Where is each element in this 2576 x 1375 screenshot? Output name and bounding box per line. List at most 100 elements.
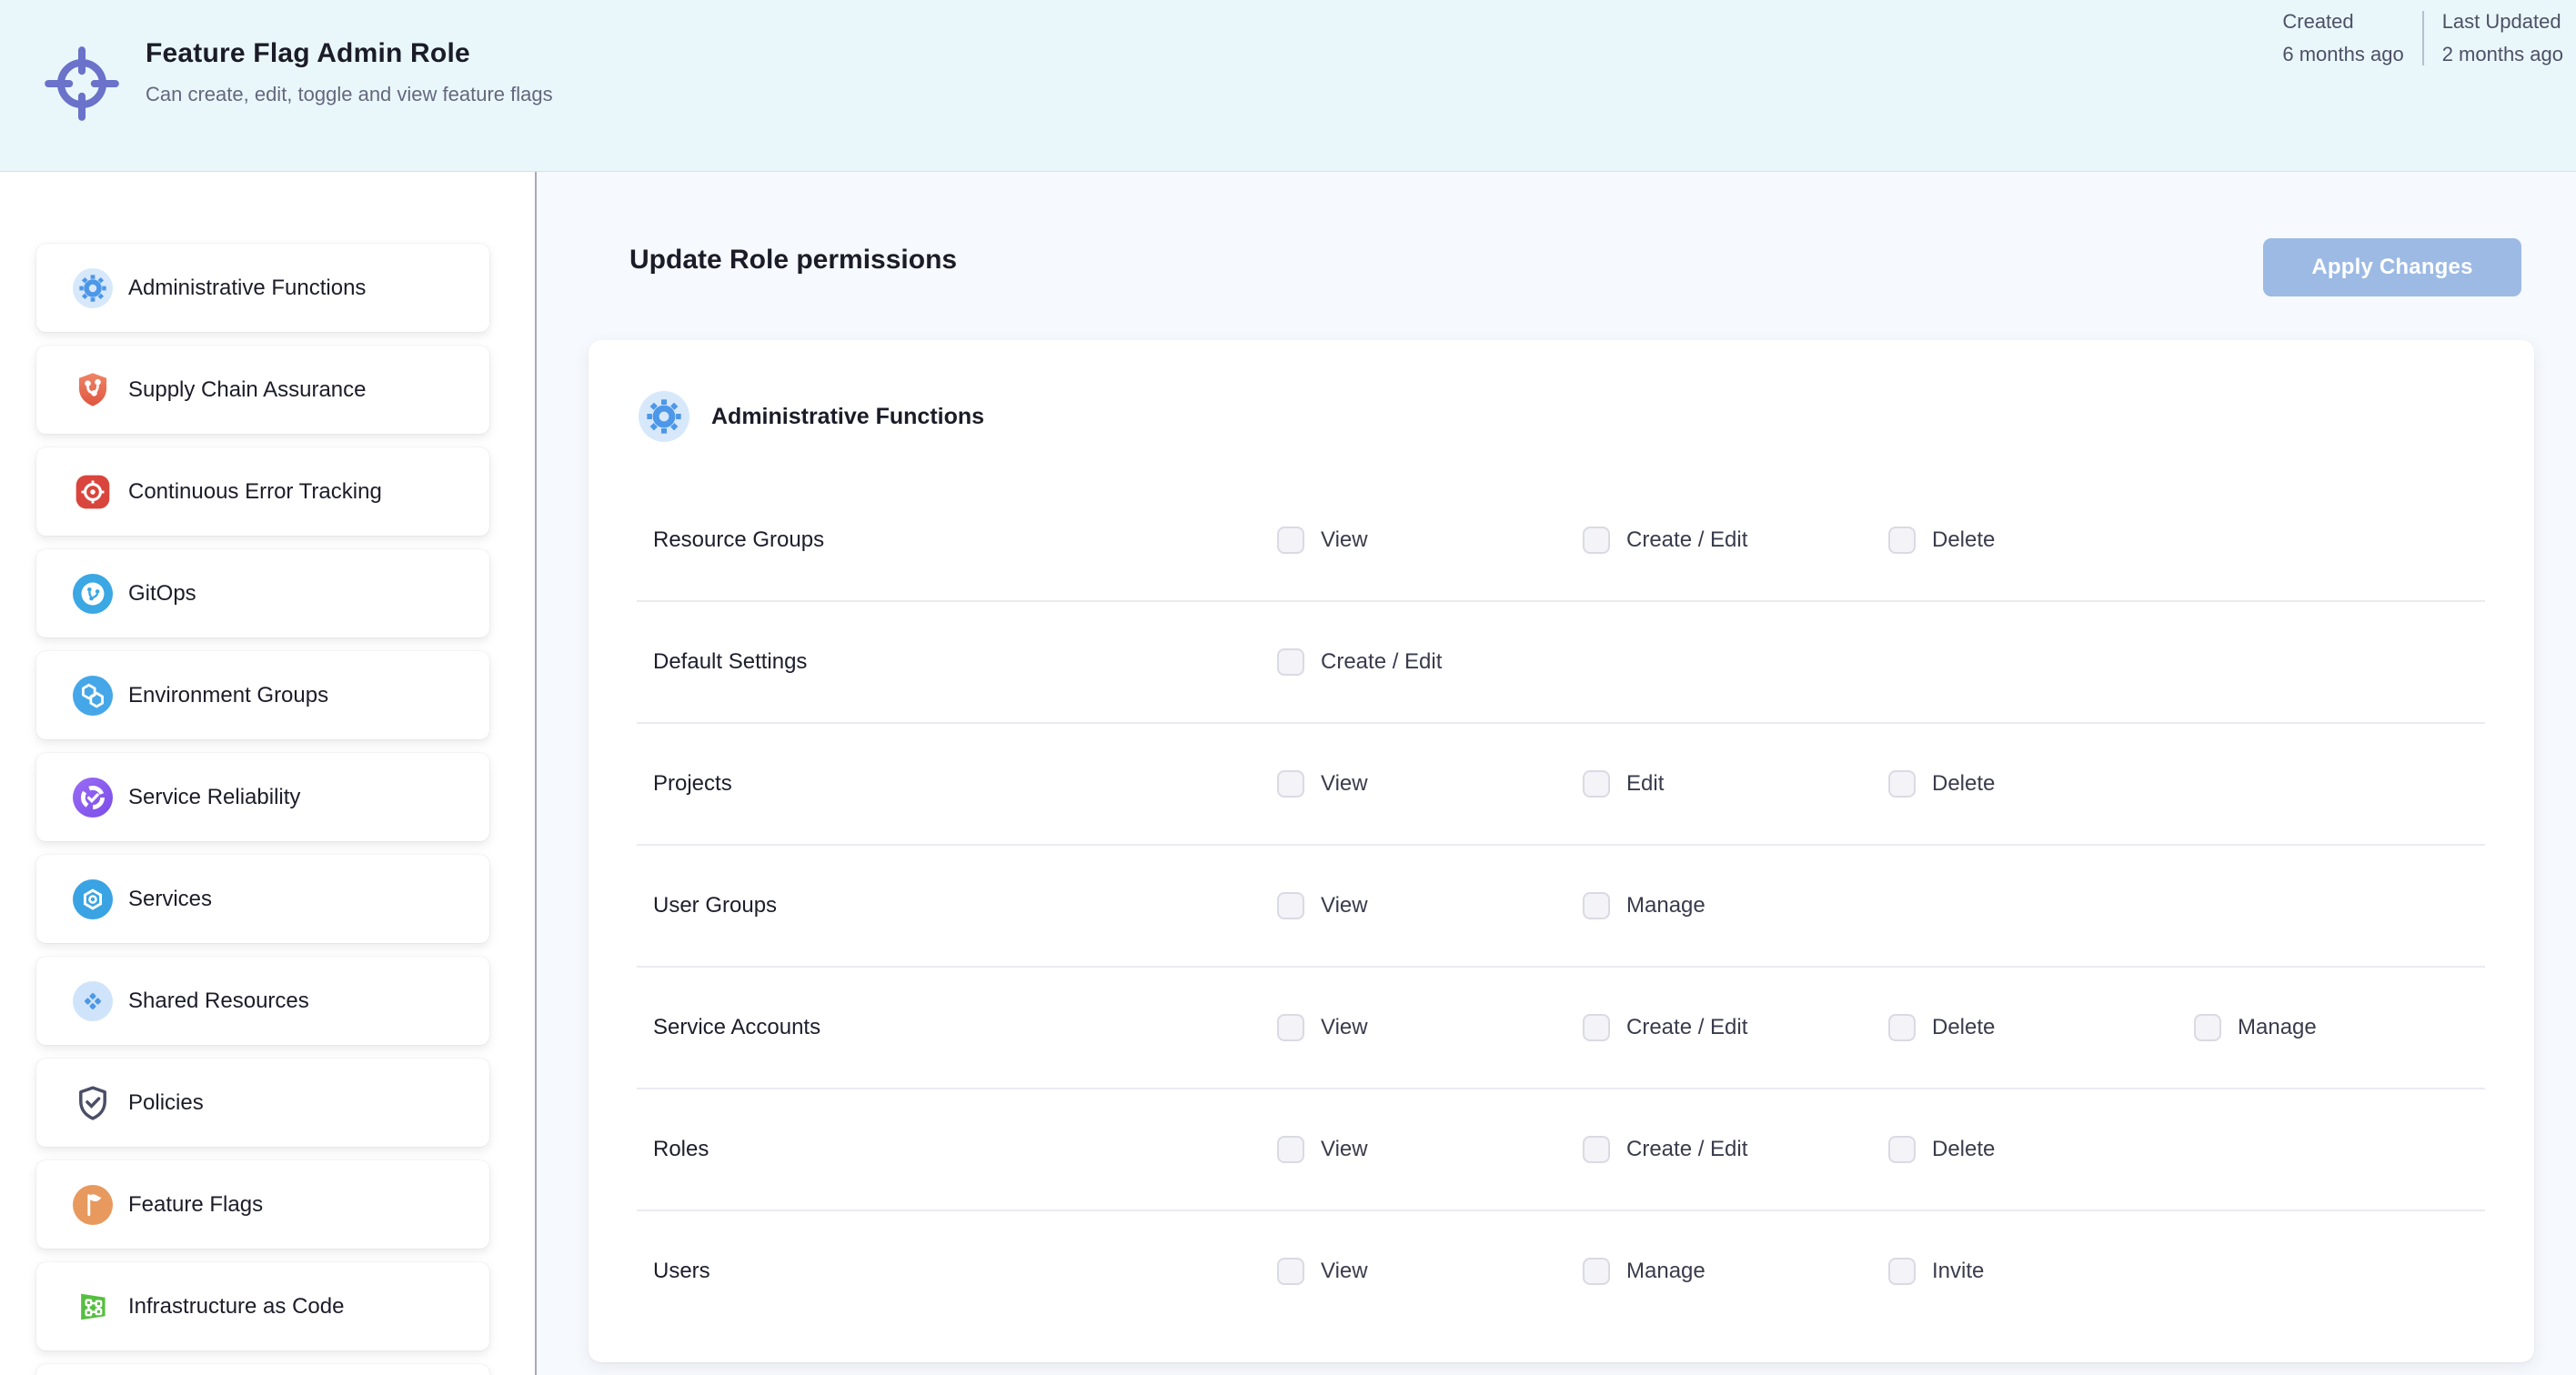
apply-changes-button[interactable]: Apply Changes <box>2263 238 2521 296</box>
sidebar-item-label: Shared Resources <box>128 989 309 1014</box>
sidebar-item-label: Continuous Error Tracking <box>128 479 382 505</box>
sidebar-item-continuous-error-tracking[interactable]: Continuous Error Tracking <box>36 447 489 536</box>
permission-checkbox[interactable] <box>1583 1014 1610 1041</box>
permission-checkbox[interactable] <box>1277 527 1304 554</box>
last-updated-label: Last Updated <box>2442 9 2563 35</box>
role-header: Feature Flag Admin Role Can create, edit… <box>0 0 2576 172</box>
sidebar-item-label: Services <box>128 887 212 912</box>
permission-checkbox[interactable] <box>1888 1014 1916 1041</box>
resource-label: Default Settings <box>653 649 807 675</box>
sidebar-item-policies[interactable]: Policies <box>36 1059 489 1147</box>
permission-label: View <box>1321 771 1368 797</box>
permission-option-delete: Delete <box>1888 1136 2194 1163</box>
sidebar-item-services[interactable]: Services <box>36 855 489 943</box>
permission-checkbox[interactable] <box>1888 770 1916 798</box>
permission-checkbox[interactable] <box>1888 1136 1916 1163</box>
git-branch-icon <box>73 574 113 614</box>
created-value: 6 months ago <box>2282 42 2403 67</box>
permission-option-create-edit: Create / Edit <box>1583 527 1888 554</box>
sidebar-item-label: Environment Groups <box>128 683 328 708</box>
resource-label: Resource Groups <box>653 527 824 553</box>
permission-checkbox[interactable] <box>2194 1014 2221 1041</box>
permission-label: Delete <box>1932 771 1995 797</box>
resource-label: Roles <box>653 1137 709 1162</box>
permission-option-create-edit: Create / Edit <box>1583 1136 1888 1163</box>
resource-label: Service Accounts <box>653 1015 820 1040</box>
permission-checkbox[interactable] <box>1888 1258 1916 1285</box>
module-list: Administrative Functions Supply Chain As… <box>36 244 489 1375</box>
permissions-table: Resource Groups View Create / Edit Delet… <box>637 480 2485 1331</box>
sidebar-item-supply-chain-assurance[interactable]: Supply Chain Assurance <box>36 346 489 434</box>
permission-option-view: View <box>1277 892 1583 919</box>
permission-label: Delete <box>1932 1137 1995 1162</box>
permissions-group-title: Administrative Functions <box>711 404 984 430</box>
sidebar-item-label: Administrative Functions <box>128 276 366 301</box>
permission-checkbox[interactable] <box>1888 527 1916 554</box>
permission-row-default-settings: Default Settings Create / Edit <box>637 602 2485 724</box>
sidebar-item-service-reliability[interactable]: Service Reliability <box>36 753 489 841</box>
resource-label: Projects <box>653 771 732 797</box>
sidebar-item-label: Supply Chain Assurance <box>128 377 367 403</box>
page: Feature Flag Admin Role Can create, edit… <box>0 0 2576 1375</box>
permission-row-projects: Projects View Edit Delete <box>637 724 2485 846</box>
last-updated-value: 2 months ago <box>2442 42 2563 67</box>
hexagon-service-icon <box>73 879 113 919</box>
permission-checkbox[interactable] <box>1583 527 1610 554</box>
permission-checkbox[interactable] <box>1583 892 1610 919</box>
permission-checkbox[interactable] <box>1277 1258 1304 1285</box>
permission-checkbox[interactable] <box>1583 1136 1610 1163</box>
sidebar-item-partial[interactable] <box>36 1364 489 1375</box>
permission-label: Create / Edit <box>1626 1137 1747 1162</box>
shared-resources-icon <box>73 981 113 1021</box>
sidebar-item-gitops[interactable]: GitOps <box>36 549 489 637</box>
sidebar-item-shared-resources[interactable]: Shared Resources <box>36 957 489 1045</box>
permissions-group-header: Administrative Functions <box>639 391 984 442</box>
gear-icon <box>73 268 113 308</box>
main-content: Update Role permissions Apply Changes Ad… <box>537 172 2576 1375</box>
reliability-check-icon <box>73 778 113 818</box>
permission-checkbox[interactable] <box>1277 648 1304 676</box>
permission-checkbox[interactable] <box>1583 1258 1610 1285</box>
gear-icon <box>639 391 689 442</box>
permission-label: View <box>1321 527 1368 553</box>
flag-icon <box>73 1185 113 1225</box>
permission-row-service-accounts: Service Accounts View Create / Edit Dele… <box>637 968 2485 1089</box>
permission-option-manage: Manage <box>1583 892 1888 919</box>
sidebar-item-label: GitOps <box>128 581 196 607</box>
permission-checkbox[interactable] <box>1583 770 1610 798</box>
sidebar-item-feature-flags[interactable]: Feature Flags <box>36 1160 489 1249</box>
permission-option-view: View <box>1277 1136 1583 1163</box>
permission-label: Create / Edit <box>1321 649 1442 675</box>
sidebar-item-label: Feature Flags <box>128 1192 263 1218</box>
permission-label: Manage <box>1626 893 1706 918</box>
circuit-icon <box>73 1287 113 1327</box>
permission-checkbox[interactable] <box>1277 1136 1304 1163</box>
shield-branch-icon <box>73 370 113 410</box>
permission-checkbox[interactable] <box>1277 770 1304 798</box>
sidebar-item-environment-groups[interactable]: Environment Groups <box>36 651 489 739</box>
resource-label: Users <box>653 1259 710 1284</box>
sidebar-item-infrastructure-as-code[interactable]: Infrastructure as Code <box>36 1262 489 1350</box>
permission-label: Invite <box>1932 1259 1984 1284</box>
crosshair-target-icon <box>40 42 124 125</box>
shield-check-icon <box>73 1083 113 1123</box>
permission-option-edit: Edit <box>1583 770 1888 798</box>
hexagons-icon <box>73 676 113 716</box>
permission-option-create-edit: Create / Edit <box>1583 1014 1888 1041</box>
permission-option-manage: Manage <box>1583 1258 1888 1285</box>
permission-row-users: Users View Manage Invite <box>637 1211 2485 1331</box>
created-meta: Created 6 months ago <box>2282 9 2403 67</box>
permission-label: Edit <box>1626 771 1664 797</box>
sidebar-item-label: Infrastructure as Code <box>128 1294 344 1320</box>
permission-label: View <box>1321 1015 1368 1040</box>
permission-checkbox[interactable] <box>1277 892 1304 919</box>
permission-checkbox[interactable] <box>1277 1014 1304 1041</box>
permission-label: Delete <box>1932 527 1995 553</box>
sidebar-item-administrative-functions[interactable]: Administrative Functions <box>36 244 489 332</box>
meta-divider <box>2422 11 2424 65</box>
permission-label: Create / Edit <box>1626 527 1747 553</box>
permission-row-roles: Roles View Create / Edit Delete <box>637 1089 2485 1211</box>
permission-row-resource-groups: Resource Groups View Create / Edit Delet… <box>637 480 2485 602</box>
module-sidebar: Administrative Functions Supply Chain As… <box>0 172 537 1375</box>
sidebar-item-label: Policies <box>128 1090 204 1116</box>
